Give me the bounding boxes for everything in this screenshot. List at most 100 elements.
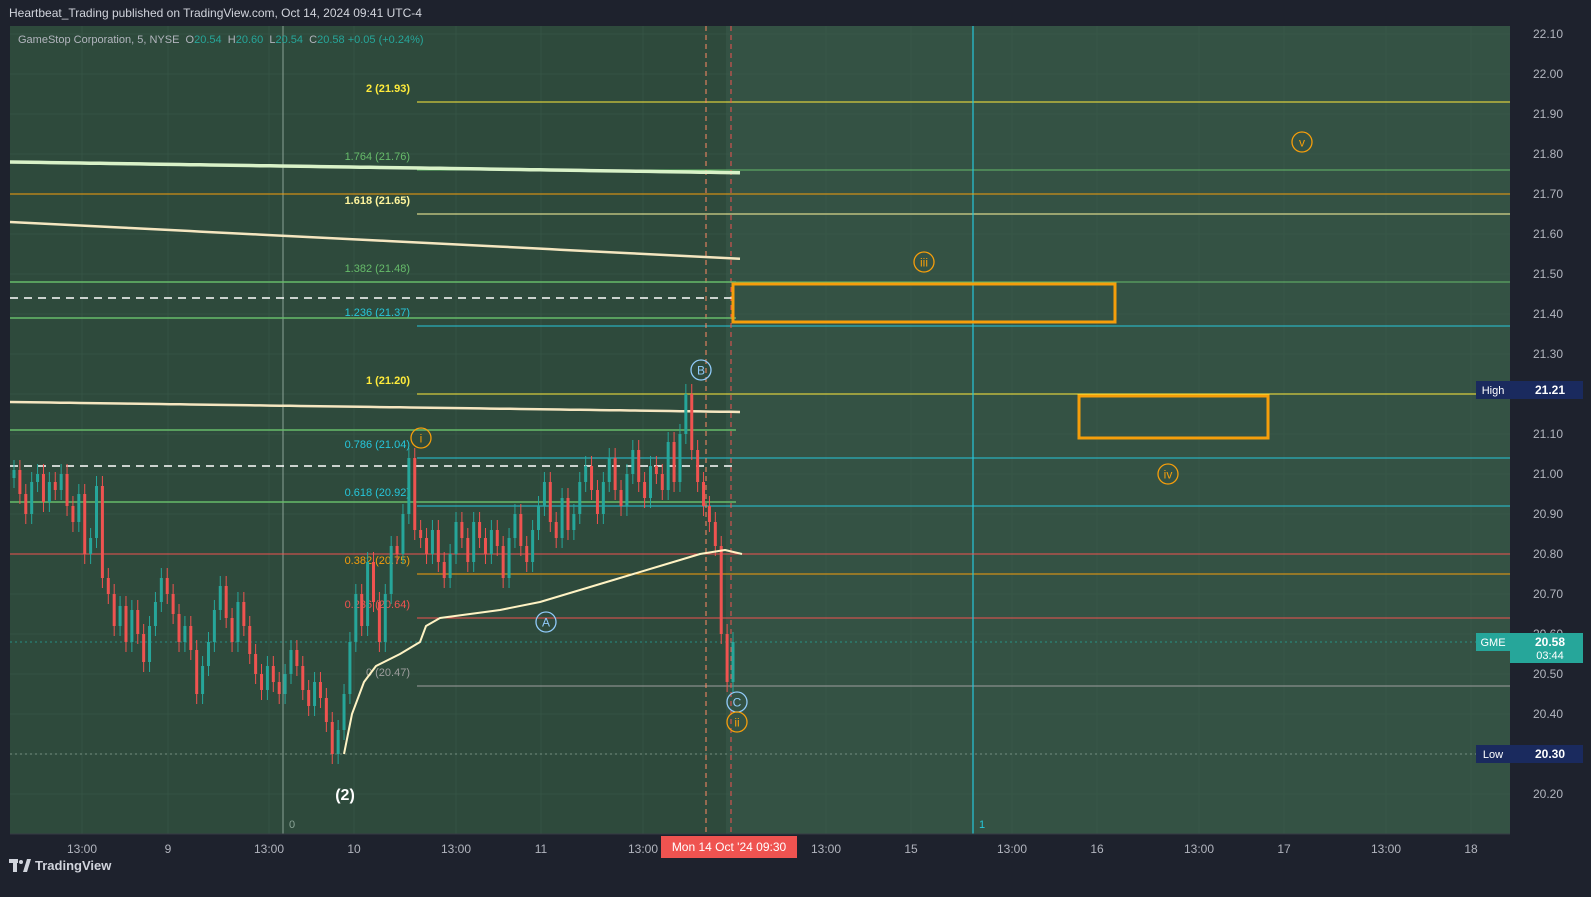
candle-body[interactable] [130,610,134,642]
candle-body[interactable] [690,394,694,450]
candle-body[interactable] [472,522,476,562]
candle-body[interactable] [678,434,682,482]
candle-body[interactable] [248,626,252,654]
candle-body[interactable] [489,530,493,554]
candle-body[interactable] [18,470,22,494]
candle-body[interactable] [607,458,611,482]
candle-body[interactable] [513,514,517,538]
candle-body[interactable] [206,642,210,666]
candle-body[interactable] [307,690,311,706]
candle-body[interactable] [648,466,652,498]
candle-body[interactable] [442,562,446,578]
candle-body[interactable] [560,498,564,538]
candle-body[interactable] [672,442,676,482]
candle-body[interactable] [466,538,470,562]
candle-body[interactable] [295,650,299,666]
candle-body[interactable] [619,490,623,506]
candle-body[interactable] [537,506,541,530]
candle-body[interactable] [377,602,381,642]
candle-body[interactable] [601,482,605,514]
candle-body[interactable] [106,578,110,594]
candle-body[interactable] [89,538,93,554]
candle-body[interactable] [531,530,535,562]
candle-body[interactable] [354,594,358,642]
candle-body[interactable] [495,530,499,546]
candle-body[interactable] [289,650,293,674]
candle-body[interactable] [572,514,576,530]
candle-body[interactable] [242,602,246,626]
candle-body[interactable] [566,498,570,530]
candle-body[interactable] [625,474,629,506]
candle-body[interactable] [684,394,688,434]
candle-body[interactable] [395,546,399,554]
candle-body[interactable] [41,474,45,502]
candle-body[interactable] [425,538,429,554]
candle-body[interactable] [366,562,370,626]
candle-body[interactable] [584,466,588,482]
candle-body[interactable] [336,730,340,754]
candle-body[interactable] [59,474,63,490]
candle-body[interactable] [212,610,216,642]
candle-body[interactable] [201,666,205,694]
candle-body[interactable] [454,522,458,554]
candle-body[interactable] [637,450,641,482]
candle-body[interactable] [83,494,87,554]
candle-body[interactable] [666,442,670,490]
candle-body[interactable] [148,626,152,662]
candle-body[interactable] [236,602,240,642]
candle-body[interactable] [401,514,405,554]
candle-body[interactable] [265,666,269,690]
candle-body[interactable] [483,538,487,554]
price-chart[interactable]: 2 (21.93) 1.764 (21.76) 1.618 (21.65) 1.382… [0,0,1591,897]
candle-body[interactable] [507,538,511,578]
candle-body[interactable] [654,466,658,474]
candle-body[interactable] [407,458,411,514]
candle-body[interactable] [631,450,635,474]
candle-body[interactable] [372,562,375,602]
candle-body[interactable] [478,522,482,538]
candle-body[interactable] [12,470,16,478]
candle-body[interactable] [77,494,81,522]
candle-body[interactable] [702,482,706,506]
candle-body[interactable] [595,490,599,514]
candle-body[interactable] [707,506,711,522]
candle-body[interactable] [218,586,222,610]
candle-body[interactable] [118,606,122,626]
candle-body[interactable] [183,626,187,642]
candle-body[interactable] [548,482,552,522]
candle-body[interactable] [360,594,364,626]
candle-body[interactable] [230,618,234,642]
candle-body[interactable] [153,602,157,626]
candle-body[interactable] [159,578,163,602]
candle-body[interactable] [436,530,440,562]
candle-body[interactable] [36,474,40,482]
candle-body[interactable] [519,514,523,546]
candle-body[interactable] [283,674,287,694]
candle-body[interactable] [696,450,700,482]
candle-body[interactable] [725,634,729,682]
candle-body[interactable] [413,458,417,530]
candle-body[interactable] [643,482,647,498]
candle-body[interactable] [448,554,452,578]
candle-body[interactable] [112,594,116,626]
candle-body[interactable] [53,482,57,490]
candle-body[interactable] [301,666,305,690]
candle-body[interactable] [590,466,594,490]
tradingview-footer[interactable]: TradingView [9,858,111,873]
candle-body[interactable] [254,654,258,674]
candle-body[interactable] [165,578,169,594]
candle-body[interactable] [171,594,175,614]
candle-body[interactable] [501,546,505,578]
candle-body[interactable] [30,482,34,514]
candle-body[interactable] [613,458,617,490]
candle-body[interactable] [460,522,464,538]
candle-body[interactable] [324,698,328,722]
candle-body[interactable] [419,530,423,538]
candle-body[interactable] [177,614,181,642]
candle-body[interactable] [313,682,317,706]
candle-body[interactable] [430,530,434,554]
symbol-legend[interactable]: GameStop Corporation, 5, NYSE O20.54 H20… [18,34,424,46]
candle-body[interactable] [318,682,322,698]
candle-body[interactable] [65,474,69,506]
candle-body[interactable] [124,606,128,642]
